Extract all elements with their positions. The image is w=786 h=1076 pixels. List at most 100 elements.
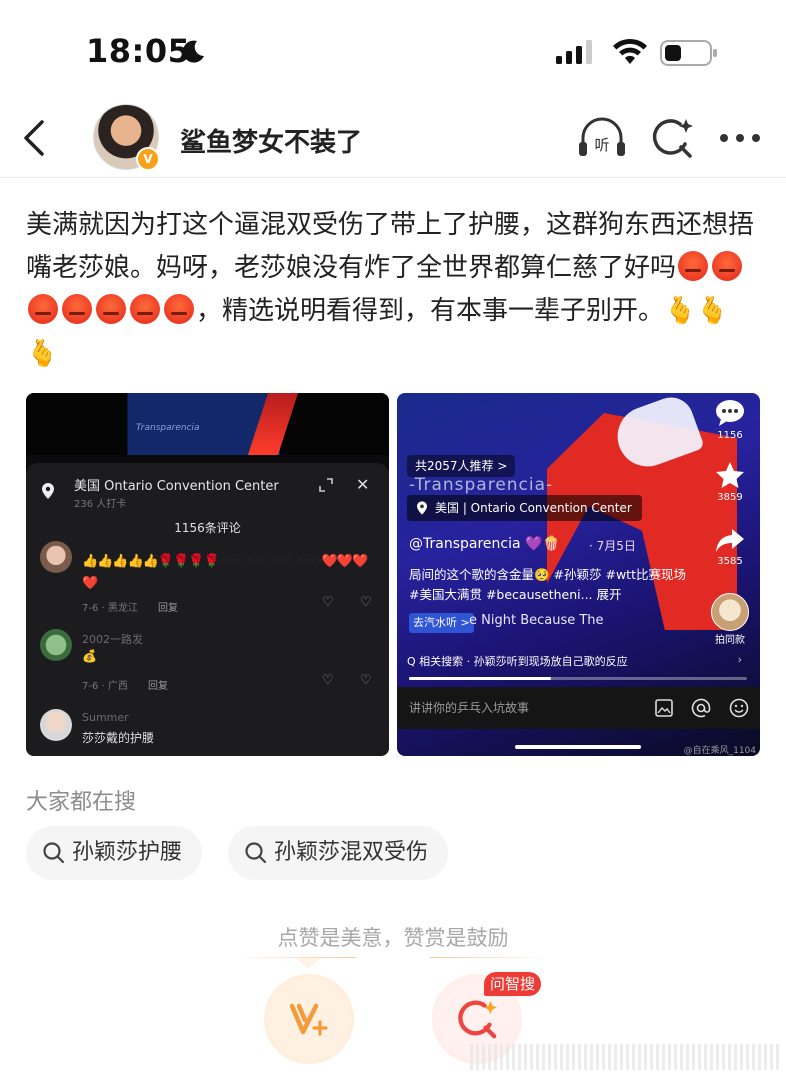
comment-input-bar[interactable]: 讲讲你的乒乓入坑故事 (397, 687, 760, 729)
verified-badge: V (136, 147, 160, 171)
comment-bubble-icon (716, 400, 744, 426)
ai-search-icon[interactable] (650, 116, 694, 160)
like-icon[interactable]: ♡ (322, 673, 334, 688)
finger-heart-icon: 🫰 (696, 296, 729, 326)
video-date: · 7月5日 (589, 539, 636, 553)
home-indicator (515, 745, 641, 749)
more-options-icon[interactable] (718, 124, 762, 152)
like-action[interactable]: 3859 (708, 461, 752, 503)
same-style-thumbnail (711, 593, 749, 631)
search-icon (245, 842, 267, 864)
commenter-name: Summer (82, 711, 129, 724)
star-icon (716, 462, 744, 488)
stage-watermark: Transparencia (136, 423, 200, 433)
post-image-1[interactable]: Transparencia 美国 Ontario Convention Cent… (26, 393, 389, 756)
related-search[interactable]: Q 相关搜索 · 孙颖莎听到现场放自己歌的反应 › (407, 653, 750, 673)
video-progress-fill (409, 677, 551, 680)
hot-search-title: 大家都在搜 (26, 790, 137, 815)
expand-icon[interactable] (316, 475, 336, 495)
comment-action[interactable]: 1156 (708, 399, 752, 441)
location-pin-icon (42, 483, 54, 499)
video-location-label: 美国 | Ontario Convention Center (435, 501, 632, 515)
reward-tip: 点赞是美意，赞赏是鼓励 (277, 926, 509, 950)
dislike-icon[interactable]: ♡ (360, 673, 372, 688)
reward-button[interactable] (264, 974, 354, 1064)
status-bar: 18:05 (0, 0, 786, 104)
svg-text:听: 听 (594, 136, 609, 154)
qishui-tag[interactable]: 去汽水听 > (409, 613, 474, 633)
like-count-label: 3859 (717, 492, 743, 503)
post-text-part1: 美满就因为打这个逼混双受伤了带上了护腰，这群狗东西还想捂嘴老莎娘。妈呀，老莎娘没… (26, 210, 755, 283)
post-image-2[interactable]: 共2057人推荐 > -Transparencia- 美国 | Ontario … (397, 393, 760, 756)
chevron-right-icon: › (737, 653, 742, 666)
hot-search-chip[interactable]: 孙颖莎护腰 (26, 826, 203, 880)
moon-icon (182, 40, 204, 63)
music-title[interactable]: e Night Because The (469, 613, 604, 628)
status-time: 18:05 (86, 32, 191, 70)
battery-icon (660, 40, 717, 66)
image-icon[interactable] (655, 699, 673, 717)
dislike-icon[interactable]: ♡ (360, 595, 372, 610)
ai-ask-tag: 问智搜 (484, 972, 542, 996)
pointer-caret-icon (296, 958, 320, 969)
comment-input-placeholder: 讲讲你的乒乓入坑故事 (409, 701, 530, 715)
video-author-handle[interactable]: @Transparencia 💜🍿 (409, 536, 560, 552)
comment-panel: 美国 Ontario Convention Center 236 人打卡 ✕ 1… (26, 463, 389, 756)
comment-meta: 7-6 · 广西 (82, 681, 128, 692)
divider-line (430, 957, 550, 958)
ai-search-icon (458, 1000, 498, 1039)
commenter-avatar[interactable] (40, 541, 72, 573)
cellular-signal-icon (556, 40, 592, 64)
hot-search-chip-label: 孙颖莎混双受伤 (274, 840, 429, 865)
mention-icon[interactable] (691, 698, 711, 718)
comment-count: 1156条评论 (174, 521, 241, 535)
listen-icon[interactable]: 听 (577, 116, 627, 160)
author-nickname[interactable]: 鲨鱼梦女不装了 (180, 122, 362, 159)
weibo-watermark (470, 1044, 780, 1070)
comment-text: 👍👍👍👍👍🌹🌹🌹🌹 666 666 666 666 ❤️❤️❤️❤️ (82, 554, 368, 591)
angry-face-icon (130, 294, 160, 324)
commenter-name: 2002一路发 (82, 633, 143, 646)
angry-face-icon (96, 294, 126, 324)
back-arrow-icon[interactable] (18, 118, 52, 158)
same-style-label: 拍同款 (715, 635, 745, 646)
top-nav-bar: V 鲨鱼梦女不装了 听 (0, 100, 786, 178)
angry-face-icon (678, 251, 709, 281)
location-name: 美国 Ontario Convention Center (74, 479, 279, 494)
reply-button[interactable]: 回复 (148, 677, 168, 692)
search-icon (43, 842, 65, 864)
angry-face-icon (62, 294, 92, 324)
video-description[interactable]: 局间的这个歌的含金量🥺 #孙颖莎 #wtt比赛现场 #美国大满贯 #becaus… (409, 565, 689, 605)
angry-face-icon (164, 294, 194, 324)
video-watermark: -Transparencia- (409, 475, 554, 495)
related-search-label: Q 相关搜索 · 孙颖莎听到现场放自己歌的反应 (407, 655, 628, 668)
commenter-avatar[interactable] (40, 709, 72, 741)
checkin-count: 236 人打卡 (74, 499, 127, 510)
comment-count-label: 1156 (717, 430, 743, 441)
stage-preview: Transparencia (26, 393, 389, 455)
close-icon[interactable]: ✕ (356, 475, 369, 494)
like-icon[interactable]: ♡ (322, 595, 334, 610)
video-progress-bar[interactable] (409, 677, 747, 680)
commenter-avatar[interactable] (40, 629, 72, 661)
location-pin-icon (417, 501, 427, 515)
emoji-smile-icon[interactable] (729, 698, 749, 718)
wifi-icon (613, 38, 647, 64)
hot-search-chip-label: 孙颖莎护腰 (72, 840, 183, 865)
angry-face-icon (712, 251, 743, 281)
video-location[interactable]: 美国 | Ontario Convention Center (407, 495, 642, 521)
reward-v-icon (289, 1003, 328, 1036)
comment-text: 💰 (82, 649, 97, 663)
reply-button[interactable]: 回复 (158, 599, 178, 614)
share-action[interactable]: 3585 (708, 527, 752, 567)
recommend-badge[interactable]: 共2057人推荐 > (407, 455, 516, 477)
share-arrow-icon (716, 529, 744, 552)
comment-text: 莎莎戴的护腰 (82, 731, 155, 745)
finger-heart-icon: 🫰 (26, 339, 59, 369)
image-credit: @自在乘风_1104 (683, 746, 756, 756)
share-count-label: 3585 (717, 556, 743, 567)
same-style-action[interactable]: 拍同款 (708, 593, 752, 646)
author-avatar[interactable]: V (93, 104, 160, 171)
finger-heart-icon: 🫰 (664, 296, 697, 326)
hot-search-chip[interactable]: 孙颖莎混双受伤 (228, 826, 449, 880)
